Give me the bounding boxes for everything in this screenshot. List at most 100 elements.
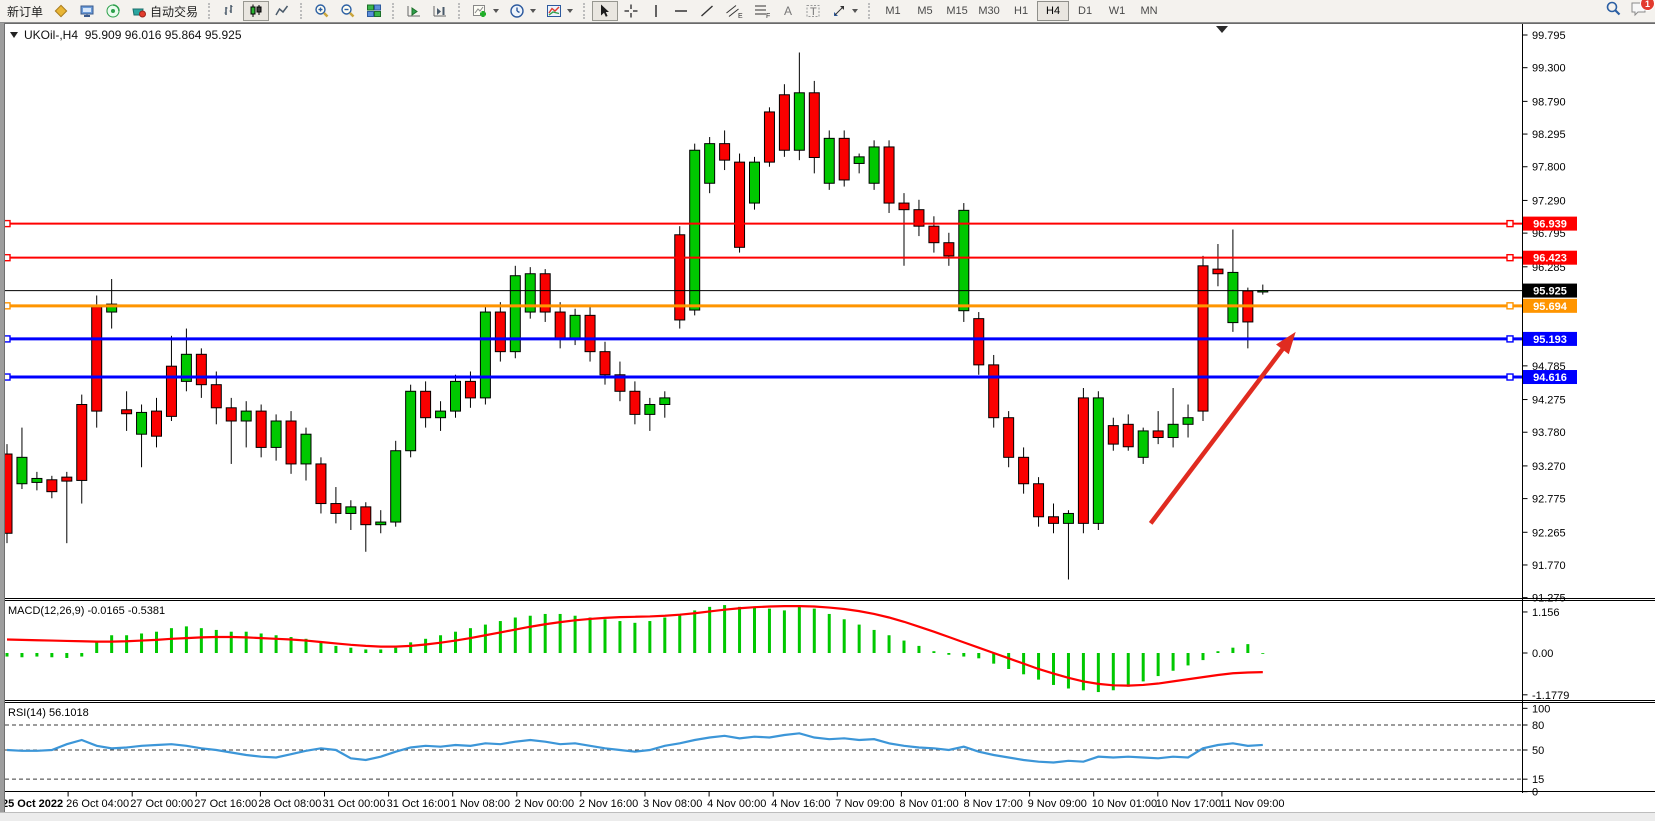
rsi-tick-label: 15	[1532, 774, 1544, 786]
macd-histogram-bar	[663, 618, 666, 654]
toolbar-separator	[868, 3, 872, 19]
candle-body	[764, 112, 774, 162]
macd-histogram-bar	[992, 653, 995, 664]
timeframe-M15[interactable]: M15	[941, 1, 973, 21]
search-icon[interactable]	[1605, 0, 1622, 22]
timeframe-W1[interactable]: W1	[1101, 1, 1133, 21]
crosshair-icon[interactable]	[618, 1, 644, 21]
candle-body	[316, 464, 326, 504]
macd-histogram-bar	[678, 614, 681, 653]
label-icon[interactable]: T	[800, 1, 826, 21]
new-order-button[interactable]: 新订单	[2, 1, 48, 21]
hline-anchor[interactable]	[1507, 303, 1513, 309]
candle-body	[1093, 398, 1103, 523]
zoom-in-icon[interactable]	[309, 1, 335, 21]
ohlc-open: 95.909	[85, 28, 122, 42]
hline-anchor[interactable]	[1507, 336, 1513, 342]
fibonacci-icon[interactable]: F	[748, 1, 776, 21]
radar-icon[interactable]	[100, 1, 126, 21]
macd-histogram-bar	[1142, 653, 1145, 681]
candle-body	[854, 157, 864, 164]
timeframe-MN[interactable]: MN	[1133, 1, 1165, 21]
time-label: 28 Oct 08:00	[258, 798, 321, 810]
candle-body	[809, 93, 819, 158]
time-label: 2 Nov 00:00	[515, 798, 574, 810]
templates-icon[interactable]	[541, 1, 578, 21]
candle-body	[241, 411, 251, 421]
candle-body	[47, 480, 57, 492]
hline-anchor[interactable]	[1507, 374, 1513, 380]
zoom-out-icon[interactable]	[335, 1, 361, 21]
macd-histogram-bar	[768, 609, 771, 653]
text-icon[interactable]: A	[776, 1, 800, 21]
trendline-icon[interactable]	[694, 1, 720, 21]
arrows-icon[interactable]	[826, 1, 863, 21]
diamond-icon[interactable]	[48, 1, 74, 21]
macd-histogram-bar	[1127, 653, 1130, 687]
timeframe-D1[interactable]: D1	[1069, 1, 1101, 21]
candle-body	[974, 319, 984, 365]
macd-histogram-bar	[514, 618, 517, 654]
time-label: 11 Nov 09:00	[1220, 798, 1285, 810]
candlestick-chart-icon[interactable]	[243, 1, 269, 21]
auto-trading-button[interactable]: 自动交易	[126, 1, 203, 21]
candle-body	[361, 507, 371, 525]
timeframe-bar: M1M5M15M30H1H4D1W1MN	[877, 1, 1165, 21]
candle-body	[1168, 424, 1178, 437]
bar-chart-icon[interactable]	[217, 1, 243, 21]
horizontal-line-icon[interactable]	[668, 1, 694, 21]
macd-histogram-bar	[155, 632, 158, 653]
price-badge-label: 95.925	[1533, 286, 1567, 298]
rsi-label: RSI(14) 56.1018	[8, 707, 89, 719]
toolbar-right: 1	[1605, 0, 1649, 22]
candle-body	[660, 398, 670, 405]
chart-canvas[interactable]: 99.79599.30098.79098.29597.80097.29096.7…	[0, 0, 1655, 821]
macd-histogram-bar	[1067, 653, 1070, 689]
hline-anchor[interactable]	[1507, 221, 1513, 227]
cursor-icon[interactable]	[592, 1, 618, 21]
monitor-icon[interactable]	[74, 1, 100, 21]
chat-icon[interactable]: 1	[1630, 0, 1649, 22]
macd-histogram-bar	[783, 610, 786, 653]
ohlc-close: 95.925	[205, 28, 242, 42]
candle-body	[480, 312, 490, 398]
time-label: 4 Nov 00:00	[707, 798, 766, 810]
svg-text:F: F	[766, 13, 770, 19]
hline-anchor[interactable]	[1507, 255, 1513, 261]
symbol-dropdown-icon[interactable]	[10, 32, 18, 38]
dropdown-caret-icon	[493, 9, 499, 13]
vertical-line-icon[interactable]	[644, 1, 668, 21]
candle-body	[1034, 484, 1044, 517]
notification-badge: 1	[1640, 0, 1655, 11]
timeframe-H4[interactable]: H4	[1037, 1, 1069, 21]
candle-body	[77, 404, 87, 480]
candle-body	[690, 150, 700, 310]
timeframe-H1[interactable]: H1	[1005, 1, 1037, 21]
periods-icon[interactable]	[504, 1, 541, 21]
ohlc-high: 96.016	[125, 28, 162, 42]
timeframe-M5[interactable]: M5	[909, 1, 941, 21]
line-chart-icon[interactable]	[269, 1, 295, 21]
timeframe-M30[interactable]: M30	[973, 1, 1005, 21]
auto-scroll-icon[interactable]	[401, 1, 427, 21]
macd-histogram-bar	[798, 607, 801, 653]
candle-body	[585, 315, 595, 351]
chart-shift-icon[interactable]	[427, 1, 453, 21]
candle-body	[1138, 431, 1148, 457]
macd-histogram-bar	[1231, 648, 1234, 653]
candle-body	[1228, 272, 1238, 322]
candle-body	[630, 391, 640, 414]
time-label: 10 Nov 17:00	[1156, 798, 1221, 810]
macd-histogram-bar	[932, 651, 935, 653]
candle-body	[1049, 517, 1059, 524]
timeframe-M1[interactable]: M1	[877, 1, 909, 21]
macd-histogram-bar	[1246, 644, 1249, 653]
macd-histogram-bar	[80, 653, 83, 657]
time-label: 3 Nov 08:00	[643, 798, 702, 810]
indicators-icon[interactable]	[467, 1, 504, 21]
candle-body	[226, 408, 236, 421]
macd-histogram-bar	[319, 642, 322, 653]
macd-histogram-bar	[50, 653, 53, 657]
channel-icon[interactable]: E	[720, 1, 748, 21]
tile-windows-icon[interactable]	[361, 1, 387, 21]
